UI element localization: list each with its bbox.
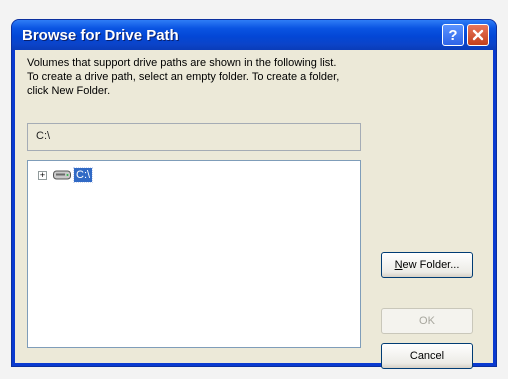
drive-icon bbox=[53, 170, 71, 180]
browse-drive-path-dialog: Browse for Drive Path ? Volumes that sup… bbox=[12, 20, 496, 369]
cancel-button[interactable]: Cancel bbox=[381, 343, 473, 369]
close-button[interactable] bbox=[467, 24, 489, 46]
new-folder-label: ew Folder... bbox=[402, 259, 460, 271]
title-bar[interactable]: Browse for Drive Path ? bbox=[12, 20, 496, 50]
expand-icon[interactable]: + bbox=[38, 170, 47, 180]
folder-tree[interactable]: + C:\ bbox=[27, 160, 361, 348]
instructions-line: To create a drive path, select an empty … bbox=[27, 71, 340, 83]
tree-item-c-drive[interactable]: + C:\ bbox=[38, 167, 94, 183]
help-icon: ? bbox=[448, 26, 458, 44]
help-button[interactable]: ? bbox=[442, 24, 464, 46]
instructions-text: Volumes that support drive paths are sho… bbox=[27, 56, 457, 98]
close-icon bbox=[472, 29, 484, 41]
ok-button[interactable]: OK bbox=[381, 308, 473, 334]
dialog-body: Volumes that support drive paths are sho… bbox=[15, 50, 493, 369]
instructions-line: click New Folder. bbox=[27, 85, 111, 97]
new-folder-button[interactable]: New Folder... bbox=[381, 252, 473, 278]
instructions-line: Volumes that support drive paths are sho… bbox=[27, 57, 337, 69]
tree-item-label[interactable]: C:\ bbox=[72, 167, 94, 183]
mnemonic-letter: N bbox=[394, 259, 403, 271]
window-title: Browse for Drive Path bbox=[22, 26, 179, 44]
drive-path-field: C:\ bbox=[27, 123, 361, 151]
